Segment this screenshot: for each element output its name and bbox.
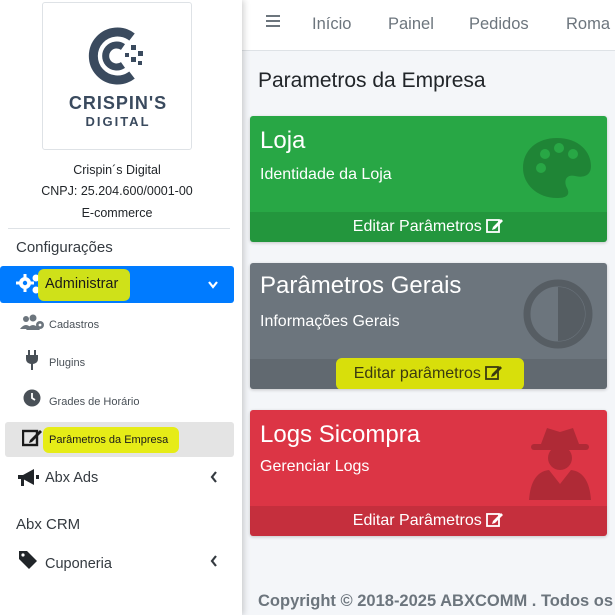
hamburger-icon[interactable] (266, 15, 280, 27)
company-type: E-commerce (81, 206, 153, 220)
edit-icon (485, 366, 503, 380)
adjust-icon (523, 279, 593, 349)
card-logs-footer-label: Editar Parâmetros (352, 512, 482, 529)
nav-administrar-label: Administrar (45, 276, 119, 292)
tag-icon (19, 551, 37, 569)
logo-line1: CRISPIN'S (68, 93, 168, 113)
user-secret-icon (529, 428, 591, 500)
card-logs-footer[interactable]: Editar Parâmetros (250, 506, 607, 536)
card-logs-sicompra: Logs Sicompra Gerenciar Logs Editar Parâ… (250, 410, 607, 536)
section-abx-crm: Abx CRM (16, 516, 81, 533)
logo-c-icon (88, 27, 143, 85)
nav-cuponeria-label: Cuponeria (45, 556, 112, 572)
logo-line2: DIGITAL (85, 114, 151, 129)
plug-icon (26, 350, 38, 370)
users-cog-icon (20, 314, 44, 330)
subitem-cadastros-label: Cadastros (49, 319, 100, 331)
company-name: Crispin´s Digital (73, 163, 161, 177)
palette-icon (523, 138, 591, 198)
card-loja-footer[interactable]: Editar Parâmetros (250, 212, 607, 242)
subitem-grades-label: Grades de Horário (49, 396, 140, 408)
card-logs-title: Logs Sicompra (260, 421, 421, 448)
top-navbar: Início Painel Pedidos Roma (242, 0, 615, 51)
card-loja-footer-label: Editar Parâmetros (352, 218, 482, 235)
sidebar: CRISPIN'S DIGITAL Crispin´s Digital CNPJ… (0, 0, 242, 615)
card-loja-subtitle: Identidade da Loja (260, 166, 392, 183)
nav-abx-ads-label: Abx Ads (45, 470, 99, 486)
nav-link-painel[interactable]: Painel (388, 15, 434, 34)
card-parametros-gerais: Parâmetros Gerais Informações Gerais Edi… (250, 263, 607, 389)
card-gerais-title: Parâmetros Gerais (260, 272, 462, 299)
chevron-left-icon (210, 555, 217, 567)
megaphone-icon (18, 469, 39, 486)
nav-link-pedidos[interactable]: Pedidos (469, 15, 529, 34)
company-cnpj: CNPJ: 25.204.600/0001-00 (41, 184, 193, 198)
copyright-text: Copyright © 2018-2025 ABXCOMM . Todos os (258, 592, 614, 610)
card-gerais-footer[interactable]: Editar parâmetros (250, 358, 607, 389)
page-title: Parametros da Empresa (258, 69, 486, 92)
card-gerais-footer-label: Editar parâmetros (353, 365, 481, 382)
clock-icon (23, 389, 41, 407)
edit-icon (22, 429, 42, 447)
card-gerais-subtitle: Informações Gerais (260, 313, 400, 330)
subitem-parametros-label: Parâmetros da Empresa (49, 434, 169, 446)
edit-icon (486, 513, 504, 527)
section-configuracoes: Configurações (16, 239, 113, 256)
card-loja: Loja Identidade da Loja Editar Parâmetro… (250, 116, 607, 242)
nav-link-inicio[interactable]: Início (312, 15, 351, 34)
divider (8, 228, 230, 229)
card-loja-title: Loja (260, 127, 306, 154)
edit-icon (486, 219, 504, 233)
card-logs-subtitle: Gerenciar Logs (260, 458, 370, 475)
chevron-down-icon (208, 281, 218, 289)
company-logo: CRISPIN'S DIGITAL (42, 2, 192, 150)
nav-link-roma[interactable]: Roma (566, 15, 610, 34)
chevron-left-icon (210, 471, 217, 483)
nav-administrar[interactable]: Administrar (0, 266, 234, 303)
subitem-plugins-label: Plugins (49, 357, 86, 369)
